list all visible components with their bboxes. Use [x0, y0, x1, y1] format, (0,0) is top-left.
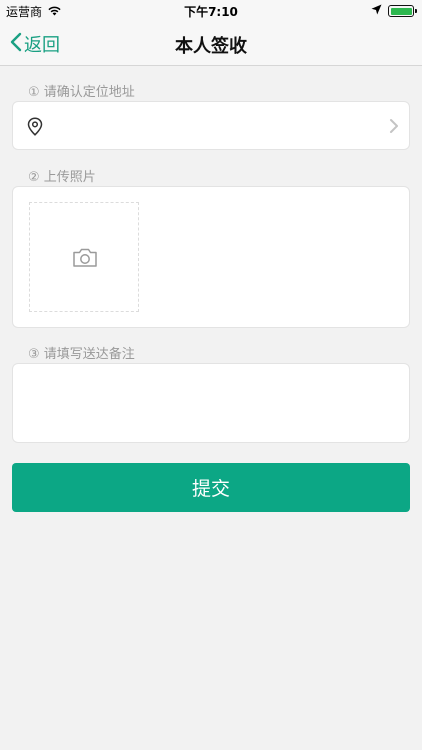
location-section-label: ① 请确认定位地址 — [28, 85, 135, 100]
photo-section-label: ② 上传照片 — [28, 170, 96, 185]
location-selector[interactable] — [12, 101, 410, 150]
camera-icon — [72, 247, 98, 272]
submit-button[interactable]: 提交 — [12, 463, 410, 512]
clock: 下午7:10 — [184, 5, 238, 19]
chevron-right-icon — [389, 118, 399, 138]
location-arrow-icon — [371, 4, 382, 18]
photo-upload-card — [12, 186, 410, 328]
navigation-bar: 返回 本人签收 — [0, 22, 422, 66]
note-card — [12, 363, 410, 443]
status-bar: 运营商 下午7:10 — [0, 0, 422, 22]
battery-icon — [388, 5, 417, 17]
note-section-label: ③ 请填写送达备注 — [28, 347, 135, 362]
map-pin-icon — [27, 117, 43, 140]
page-title: 本人签收 — [175, 36, 247, 57]
battery-fill — [390, 7, 412, 15]
status-right — [371, 4, 417, 18]
photo-upload-slot[interactable] — [29, 202, 139, 312]
delivery-note-input[interactable] — [13, 364, 409, 442]
